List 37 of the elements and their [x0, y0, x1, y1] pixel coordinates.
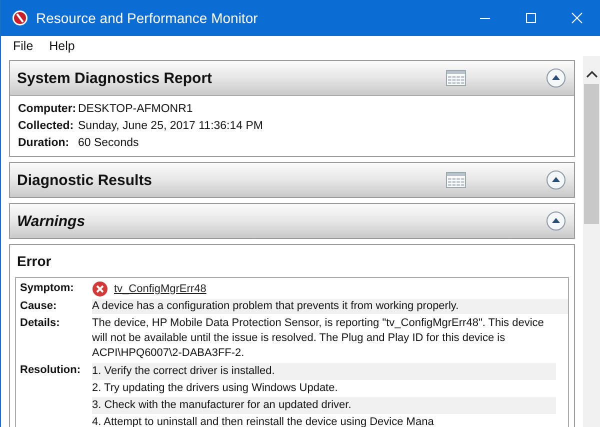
- symptom-link[interactable]: tv_ConfigMgrErr48: [114, 282, 206, 296]
- resolution-step: 3. Check with the manufacturer for an updated driver.: [92, 397, 556, 414]
- scroll-up-icon[interactable]: [586, 70, 598, 78]
- field-label: Computer:: [18, 102, 78, 117]
- row-label: Details:: [19, 316, 61, 331]
- section-title: System Diagnostics Report: [17, 70, 212, 86]
- row-label: Symptom:: [19, 281, 75, 296]
- section-title: Warnings: [17, 212, 86, 230]
- field-value: Sunday, June 25, 2017 11:36:14 PM: [78, 119, 263, 134]
- error-icon: [92, 281, 108, 297]
- section-header[interactable]: Diagnostic Results: [10, 163, 574, 197]
- collapse-icon[interactable]: [546, 68, 566, 88]
- section-title: Diagnostic Results: [17, 172, 152, 188]
- error-title: Error: [16, 252, 52, 271]
- section-header[interactable]: System Diagnostics Report: [10, 61, 574, 95]
- field-label: Collected:: [18, 119, 75, 134]
- collapse-icon[interactable]: [546, 170, 566, 190]
- menu-item[interactable]: Help: [41, 39, 83, 53]
- scrollbar[interactable]: [583, 56, 600, 427]
- resolution-step: 4. Attempt to uninstall and then reinstall the device using Device Mana: [92, 414, 556, 427]
- app-icon: [12, 10, 28, 26]
- section-header[interactable]: Warnings: [10, 204, 574, 238]
- collapse-icon[interactable]: [546, 211, 566, 231]
- resolution-step: 2. Try updating the drivers using Windows Update.: [92, 380, 556, 397]
- scroll-thumb[interactable]: [584, 84, 599, 224]
- menu-item[interactable]: File: [5, 39, 42, 53]
- details-text: The device, HP Mobile Data Protection Sensor, is reporting "tv_ConfigMgrErr48". This device will not be available until the issue is resolved. The Plug and Play ID for this device is ACPI\HPQ6007\2-DABA3FF-2.: [92, 316, 545, 361]
- field-value: DESKTOP-AFMONR1: [78, 102, 193, 117]
- close-icon[interactable]: [571, 12, 583, 24]
- row-label: Cause:: [19, 299, 58, 314]
- maximize-icon[interactable]: [525, 12, 537, 24]
- row-label: Resolution:: [19, 363, 82, 378]
- field-label: Duration:: [18, 136, 70, 151]
- cause-text: A device has a configuration problem that prevents it from working properly.: [92, 299, 459, 314]
- resolution-step: 1. Verify the correct driver is installed.: [92, 363, 556, 380]
- field-value: 60 Seconds: [78, 136, 139, 151]
- window-title: Resource and Performance Monitor: [36, 10, 259, 26]
